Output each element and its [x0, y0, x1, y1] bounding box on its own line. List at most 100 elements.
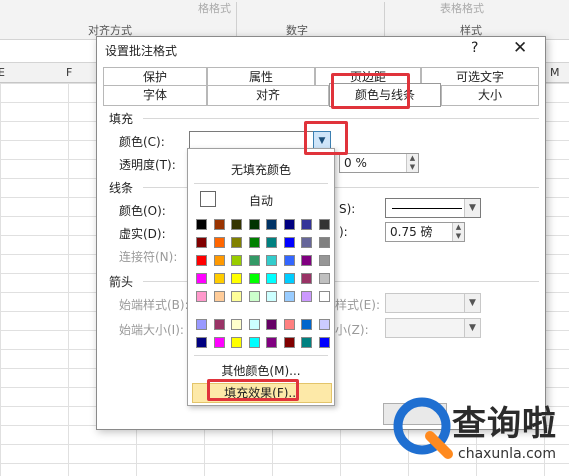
color-swatch[interactable]	[318, 219, 330, 230]
color-swatch[interactable]	[231, 255, 242, 266]
spin-updown-icon[interactable]: ▲ ▼	[406, 154, 418, 172]
color-swatch[interactable]	[266, 273, 277, 284]
color-swatch[interactable]	[196, 219, 207, 230]
color-swatch[interactable]	[231, 291, 242, 302]
chevron-down-icon[interactable]: ▼	[464, 199, 480, 217]
color-swatch[interactable]	[266, 255, 277, 266]
tab-properties[interactable]: 属性	[207, 67, 315, 87]
tab-font[interactable]: 字体	[103, 85, 207, 105]
color-picker-panel: 无填充颜色 自动 其他颜色(M)... 填充效果(F)...	[187, 148, 335, 406]
column-header-f[interactable]: F	[66, 66, 72, 79]
color-swatch[interactable]	[283, 219, 295, 230]
color-swatch[interactable]	[301, 219, 312, 230]
color-swatch[interactable]	[283, 237, 295, 248]
color-swatch[interactable]	[231, 337, 242, 348]
end-style-dropdown[interactable]: ▼	[385, 293, 481, 313]
color-swatch[interactable]	[231, 219, 242, 230]
column-header-m[interactable]: M	[550, 66, 560, 79]
color-swatch[interactable]	[318, 337, 330, 348]
color-swatch[interactable]	[266, 291, 277, 302]
transparency-spinner[interactable]: 0 % ▲ ▼	[339, 153, 419, 173]
line-style-label: S):	[339, 202, 356, 216]
line-style-dropdown[interactable]: ▼	[385, 198, 481, 218]
color-swatch[interactable]	[196, 319, 207, 330]
color-swatch[interactable]	[213, 291, 225, 302]
ribbon-separator	[384, 2, 385, 36]
color-swatch[interactable]	[301, 237, 312, 248]
color-swatch[interactable]	[266, 319, 277, 330]
color-swatch[interactable]	[248, 219, 260, 230]
color-swatch[interactable]	[301, 255, 312, 266]
ribbon-separator	[236, 2, 237, 36]
color-swatch[interactable]	[248, 273, 260, 284]
color-swatch[interactable]	[213, 237, 225, 248]
tab-size[interactable]: 大小	[441, 85, 539, 105]
panel-divider	[194, 355, 328, 356]
close-button[interactable]: ✕	[513, 38, 527, 58]
connector-label: 连接符(N):	[119, 250, 178, 264]
color-swatch[interactable]	[213, 337, 225, 348]
color-swatch[interactable]	[196, 337, 207, 348]
column-header-e[interactable]: E	[0, 66, 5, 79]
color-swatch[interactable]	[266, 337, 277, 348]
color-swatch[interactable]	[318, 291, 330, 302]
fill-effects-option[interactable]: 填充效果(F)...	[192, 383, 332, 403]
color-swatch[interactable]	[318, 319, 330, 330]
color-swatch[interactable]	[196, 291, 207, 302]
color-swatch[interactable]	[213, 319, 225, 330]
color-swatch[interactable]	[283, 319, 295, 330]
end-size-dropdown[interactable]: ▼	[385, 318, 481, 338]
color-swatch[interactable]	[318, 255, 330, 266]
help-button[interactable]: ?	[471, 40, 478, 56]
dialog-title: 设置批注格式	[105, 44, 178, 58]
search-logo-icon	[393, 397, 453, 459]
color-swatch[interactable]	[231, 319, 242, 330]
color-swatch[interactable]	[266, 237, 277, 248]
spin-updown-icon[interactable]: ▲ ▼	[452, 223, 464, 241]
panel-divider	[194, 183, 328, 184]
color-swatch[interactable]	[318, 237, 330, 248]
watermark-domain: chaxunla.com	[458, 446, 556, 462]
color-swatch[interactable]	[283, 291, 295, 302]
color-swatch[interactable]	[266, 219, 277, 230]
tab-colors-and-lines[interactable]: 颜色与线条	[329, 83, 441, 107]
color-swatch[interactable]	[248, 337, 260, 348]
color-swatch[interactable]	[283, 337, 295, 348]
color-swatch[interactable]	[301, 291, 312, 302]
chevron-down-icon[interactable]: ▼	[464, 319, 480, 337]
color-swatch[interactable]	[213, 255, 225, 266]
color-swatch[interactable]	[196, 255, 207, 266]
color-swatch[interactable]	[213, 273, 225, 284]
color-swatch[interactable]	[248, 255, 260, 266]
color-swatch[interactable]	[213, 219, 225, 230]
line-weight-spinner[interactable]: 0.75 磅 ▲ ▼	[385, 222, 465, 242]
more-colors-option[interactable]: 其他颜色(M)...	[188, 362, 334, 379]
begin-style-label: 始端样式(B):	[119, 298, 189, 312]
tab-alignment[interactable]: 对齐	[207, 85, 329, 105]
end-style-label: 样式(E):	[335, 298, 380, 312]
color-swatch[interactable]	[231, 273, 242, 284]
color-swatch[interactable]	[283, 255, 295, 266]
color-swatch[interactable]	[196, 237, 207, 248]
color-swatch[interactable]	[283, 273, 295, 284]
color-swatch[interactable]	[318, 273, 330, 284]
color-swatch[interactable]	[196, 273, 207, 284]
line-weight-label: ):	[339, 225, 348, 239]
color-swatch[interactable]	[301, 319, 312, 330]
tab-protection[interactable]: 保护	[103, 67, 207, 87]
chevron-down-icon[interactable]: ▼	[464, 294, 480, 312]
ribbon: 格格式 表格格式 对齐方式 数字 样式	[0, 0, 569, 40]
color-swatch[interactable]	[301, 337, 312, 348]
automatic-option[interactable]: 自动	[188, 192, 334, 209]
section-divider	[143, 118, 539, 119]
color-swatch[interactable]	[231, 237, 242, 248]
tab-baseline	[103, 105, 539, 106]
no-fill-option[interactable]: 无填充颜色	[188, 161, 334, 178]
end-size-label: 小(Z):	[335, 323, 369, 337]
watermark: 查询啦 chaxunla.com	[390, 390, 565, 474]
dash-label: 虚实(D):	[119, 227, 166, 241]
color-swatch[interactable]	[301, 273, 312, 284]
color-swatch[interactable]	[248, 237, 260, 248]
color-swatch[interactable]	[248, 291, 260, 302]
color-swatch[interactable]	[248, 319, 260, 330]
